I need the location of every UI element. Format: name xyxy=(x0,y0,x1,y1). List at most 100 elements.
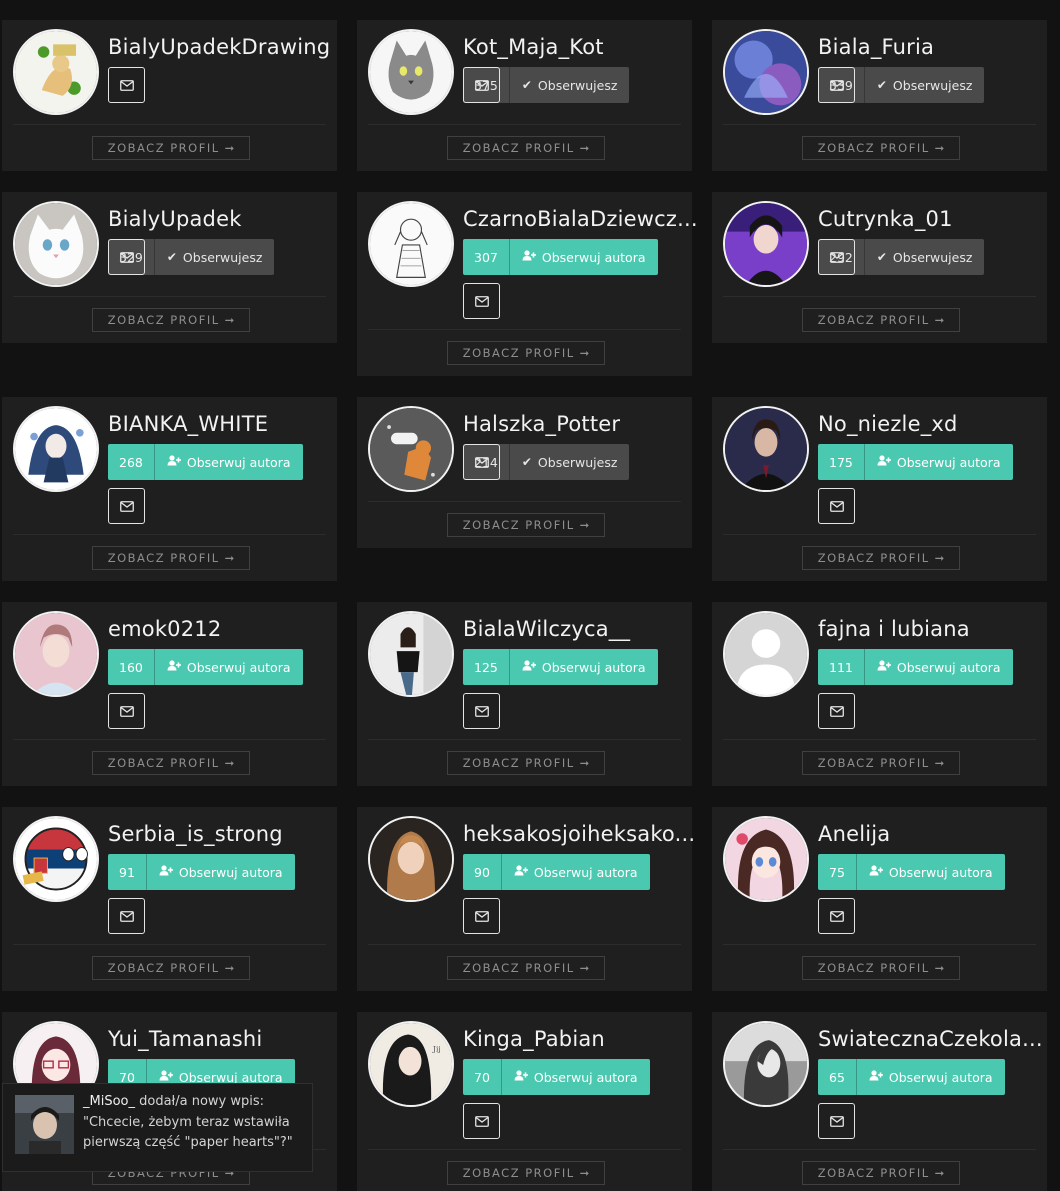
message-button[interactable] xyxy=(818,67,855,103)
view-profile-label: ZOBACZ PROFIL xyxy=(817,756,930,770)
svg-text:Jij: Jij xyxy=(432,1045,441,1054)
woman-portrait-avatar[interactable] xyxy=(368,816,454,902)
arrow-right-icon: ➞ xyxy=(934,961,945,975)
view-profile-button[interactable]: ZOBACZ PROFIL ➞ xyxy=(802,308,960,332)
follow-author-button[interactable]: 75 Obserwuj autora xyxy=(818,854,1005,890)
follow-author-button[interactable]: 125 Obserwuj autora xyxy=(463,649,658,685)
fantasy-art-avatar[interactable] xyxy=(723,29,809,115)
message-button[interactable] xyxy=(108,488,145,524)
follow-author-button[interactable]: 160 Obserwuj autora xyxy=(108,649,303,685)
blue-illustration-avatar[interactable] xyxy=(13,406,99,492)
countryball-avatar[interactable] xyxy=(13,816,99,902)
view-profile-button[interactable]: ZOBACZ PROFIL ➞ xyxy=(92,136,250,160)
view-profile-button[interactable]: ZOBACZ PROFIL ➞ xyxy=(447,341,605,365)
anime-girl-avatar[interactable] xyxy=(723,816,809,902)
mail-icon xyxy=(119,705,134,717)
view-profile-button[interactable]: ZOBACZ PROFIL ➞ xyxy=(447,751,605,775)
view-profile-button[interactable]: ZOBACZ PROFIL ➞ xyxy=(92,751,250,775)
author-username[interactable]: SwiatecznaCzekola... xyxy=(818,1027,1043,1051)
toast-user[interactable]: _MiSoo_ xyxy=(83,1094,135,1109)
view-profile-button[interactable]: ZOBACZ PROFIL ➞ xyxy=(447,136,605,160)
message-button[interactable] xyxy=(108,898,145,934)
dark-hair-sketch-avatar[interactable]: Jij xyxy=(368,1021,454,1107)
author-username[interactable]: Kot_Maja_Kot xyxy=(463,35,604,59)
follow-author-button[interactable]: 111 Obserwuj autora xyxy=(818,649,1013,685)
follow-button-label: Obserwuj autora xyxy=(186,659,291,675)
view-profile-button[interactable]: ZOBACZ PROFIL ➞ xyxy=(92,308,250,332)
message-button[interactable] xyxy=(463,67,500,103)
view-profile-button[interactable]: ZOBACZ PROFIL ➞ xyxy=(802,136,960,160)
follow-author-button[interactable]: 70 Obserwuj autora xyxy=(463,1059,650,1095)
author-card: No_niezle_xd 175 Obserwuj autora ZOBACZ PRO… xyxy=(712,397,1047,581)
view-profile-button[interactable]: ZOBACZ PROFIL ➞ xyxy=(802,1161,960,1185)
author-username[interactable]: Cutrynka_01 xyxy=(818,207,953,231)
message-button[interactable] xyxy=(463,283,500,319)
author-username[interactable]: Serbia_is_strong xyxy=(108,822,283,846)
message-button[interactable] xyxy=(463,444,500,480)
message-button[interactable] xyxy=(818,239,855,275)
view-profile-button[interactable]: ZOBACZ PROFIL ➞ xyxy=(447,956,605,980)
arrow-right-icon: ➞ xyxy=(224,551,235,565)
message-button[interactable] xyxy=(463,693,500,729)
message-button[interactable] xyxy=(463,898,500,934)
view-profile-button[interactable]: ZOBACZ PROFIL ➞ xyxy=(447,513,605,537)
author-card: BialyUpadekDrawing ZOBACZ PROFIL ➞ xyxy=(2,20,337,171)
author-username[interactable]: Anelija xyxy=(818,822,890,846)
message-button[interactable] xyxy=(818,693,855,729)
view-profile-button[interactable]: ZOBACZ PROFIL ➞ xyxy=(92,546,250,570)
view-profile-label: ZOBACZ PROFIL xyxy=(462,1166,575,1180)
view-profile-button[interactable]: ZOBACZ PROFIL ➞ xyxy=(802,956,960,980)
author-username[interactable]: Biala_Furia xyxy=(818,35,934,59)
message-button[interactable] xyxy=(818,1103,855,1139)
card-divider xyxy=(723,944,1036,945)
author-username[interactable]: heksakosjoiheksako... xyxy=(463,822,695,846)
author-username[interactable]: BIANKA_WHITE xyxy=(108,412,268,436)
message-button[interactable] xyxy=(818,898,855,934)
author-username[interactable]: Kinga_Pabian xyxy=(463,1027,605,1051)
message-button[interactable] xyxy=(818,488,855,524)
view-profile-button[interactable]: ZOBACZ PROFIL ➞ xyxy=(802,546,960,570)
message-button[interactable] xyxy=(108,67,145,103)
view-profile-button[interactable]: ZOBACZ PROFIL ➞ xyxy=(802,751,960,775)
view-profile-button[interactable]: ZOBACZ PROFIL ➞ xyxy=(447,1161,605,1185)
pink-portrait-avatar[interactable] xyxy=(13,611,99,697)
author-username[interactable]: BialaWilczyca__ xyxy=(463,617,630,641)
view-profile-label: ZOBACZ PROFIL xyxy=(107,141,220,155)
author-username[interactable]: No_niezle_xd xyxy=(818,412,958,436)
girl-sketch-avatar[interactable] xyxy=(368,201,454,287)
man-portrait-avatar[interactable] xyxy=(723,406,809,492)
follow-author-button[interactable]: 90 Obserwuj autora xyxy=(463,854,650,890)
author-username[interactable]: BialyUpadekDrawing xyxy=(108,35,330,59)
add-user-icon xyxy=(869,1070,883,1084)
view-profile-label: ZOBACZ PROFIL xyxy=(462,141,575,155)
girl-photo-avatar[interactable] xyxy=(368,611,454,697)
default-user-avatar[interactable] xyxy=(723,611,809,697)
follow-author-button[interactable]: 91 Obserwuj autora xyxy=(108,854,295,890)
author-username[interactable]: CzarnoBialaDziewcz... xyxy=(463,207,698,231)
notification-toast[interactable]: _MiSoo_ dodał/a nowy wpis: "Chcecie, żeb… xyxy=(2,1083,313,1172)
follow-author-button[interactable]: 175 Obserwuj autora xyxy=(818,444,1013,480)
girl-purple-avatar[interactable] xyxy=(723,201,809,287)
author-username[interactable]: BialyUpadek xyxy=(108,207,242,231)
arrow-right-icon: ➞ xyxy=(224,756,235,770)
cat-cartoon-avatar[interactable] xyxy=(368,406,454,492)
author-username[interactable]: Yui_Tamanashi xyxy=(108,1027,262,1051)
bw-portrait-avatar[interactable] xyxy=(723,1021,809,1107)
cat-sketch-avatar[interactable] xyxy=(368,29,454,115)
toast-avatar xyxy=(15,1095,74,1154)
white-cat-avatar[interactable] xyxy=(13,201,99,287)
follow-author-button[interactable]: 307 Obserwuj autora xyxy=(463,239,658,275)
message-button[interactable] xyxy=(108,693,145,729)
view-profile-button[interactable]: ZOBACZ PROFIL ➞ xyxy=(92,956,250,980)
follow-author-button[interactable]: 65 Obserwuj autora xyxy=(818,1059,1005,1095)
check-icon: ✔ xyxy=(521,455,532,469)
message-button[interactable] xyxy=(108,239,145,275)
author-username[interactable]: Halszka_Potter xyxy=(463,412,620,436)
follow-author-button[interactable]: 268 Obserwuj autora xyxy=(108,444,303,480)
message-button[interactable] xyxy=(463,1103,500,1139)
cartoon-drawing-avatar[interactable] xyxy=(13,29,99,115)
author-username[interactable]: emok0212 xyxy=(108,617,221,641)
author-username[interactable]: fajna i lubiana xyxy=(818,617,970,641)
follow-button-label: Obserwuj autora xyxy=(186,454,291,470)
card-divider xyxy=(368,944,681,945)
